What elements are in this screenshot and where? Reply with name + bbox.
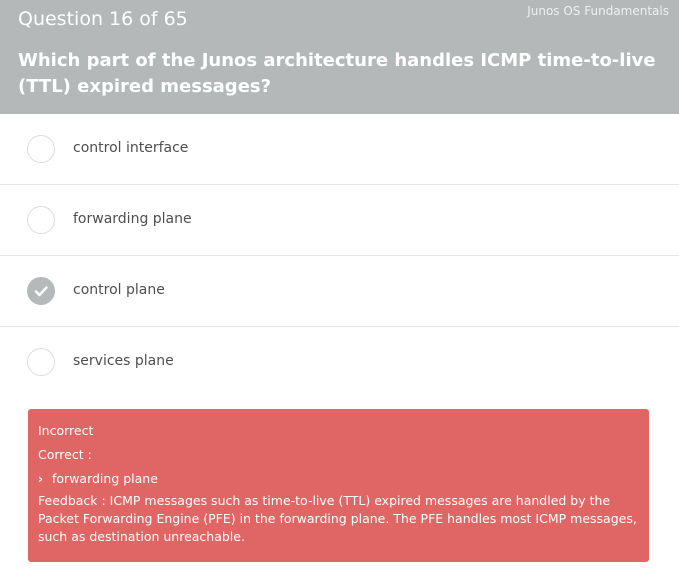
correct-answer: › forwarding plane	[38, 467, 639, 491]
option-services-plane[interactable]: services plane	[0, 327, 679, 397]
correct-answer-text: forwarding plane	[52, 471, 158, 486]
answer-options: control interface forwarding plane contr…	[0, 114, 679, 397]
option-label: forwarding plane	[73, 211, 192, 227]
result-status: Incorrect	[38, 423, 94, 438]
option-control-plane[interactable]: control plane	[0, 256, 679, 327]
course-name: Junos OS Fundamentals	[527, 4, 669, 18]
radio-button[interactable]	[27, 206, 55, 234]
option-label: services plane	[73, 353, 174, 369]
checkmark-icon	[34, 286, 48, 297]
radio-button[interactable]	[27, 135, 55, 163]
chevron-right-icon: ›	[38, 471, 44, 486]
radio-button-checked[interactable]	[27, 277, 55, 305]
feedback-box: Incorrect Correct : › forwarding plane Fe…	[28, 409, 649, 562]
feedback-text: Feedback : ICMP messages such as time-to…	[38, 493, 637, 544]
option-control-interface[interactable]: control interface	[0, 114, 679, 185]
question-text: Which part of the Junos architecture han…	[18, 50, 656, 97]
radio-button[interactable]	[27, 348, 55, 376]
question-header: Question 16 of 65 Junos OS Fundamentals …	[0, 0, 679, 114]
option-forwarding-plane[interactable]: forwarding plane	[0, 185, 679, 256]
option-label: control interface	[73, 140, 189, 156]
question-counter: Question 16 of 65	[18, 8, 188, 30]
correct-label: Correct :	[38, 447, 92, 462]
option-label: control plane	[73, 282, 165, 298]
